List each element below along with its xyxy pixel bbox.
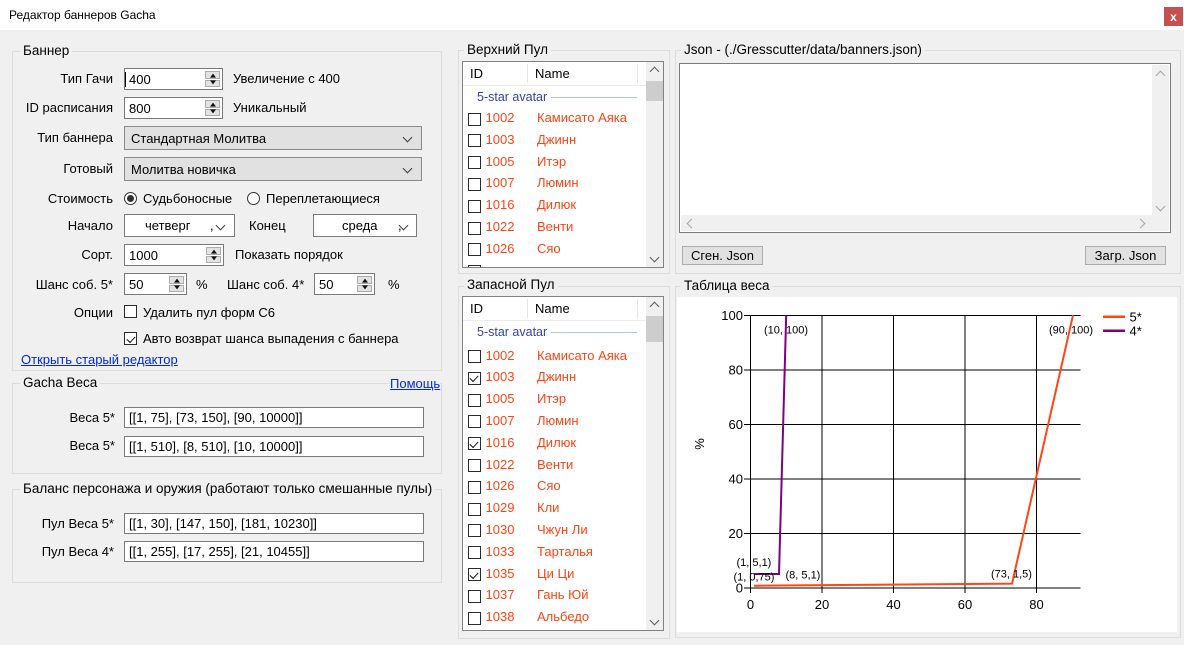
svg-text:20: 20 — [815, 597, 829, 612]
svg-text:40: 40 — [729, 472, 743, 487]
svg-text:(90, 100): (90, 100) — [1049, 325, 1093, 337]
svg-text:40: 40 — [886, 597, 900, 612]
svg-text:(8, 5,1): (8, 5,1) — [786, 570, 821, 582]
svg-text:20: 20 — [729, 526, 743, 541]
svg-text:(73, 1,5): (73, 1,5) — [991, 569, 1032, 581]
svg-text:(1, 5,1): (1, 5,1) — [737, 557, 772, 569]
svg-text:(1, 0,75): (1, 0,75) — [734, 572, 775, 584]
svg-text:80: 80 — [1029, 597, 1043, 612]
svg-text:0: 0 — [747, 597, 754, 612]
svg-text:60: 60 — [729, 417, 743, 432]
svg-text:(10, 100): (10, 100) — [764, 325, 808, 337]
svg-text:4*: 4* — [1130, 324, 1142, 339]
svg-text:80: 80 — [729, 363, 743, 378]
svg-text:100: 100 — [721, 308, 743, 323]
svg-text:5*: 5* — [1130, 310, 1142, 325]
svg-text:%: % — [692, 438, 707, 450]
svg-text:60: 60 — [958, 597, 972, 612]
